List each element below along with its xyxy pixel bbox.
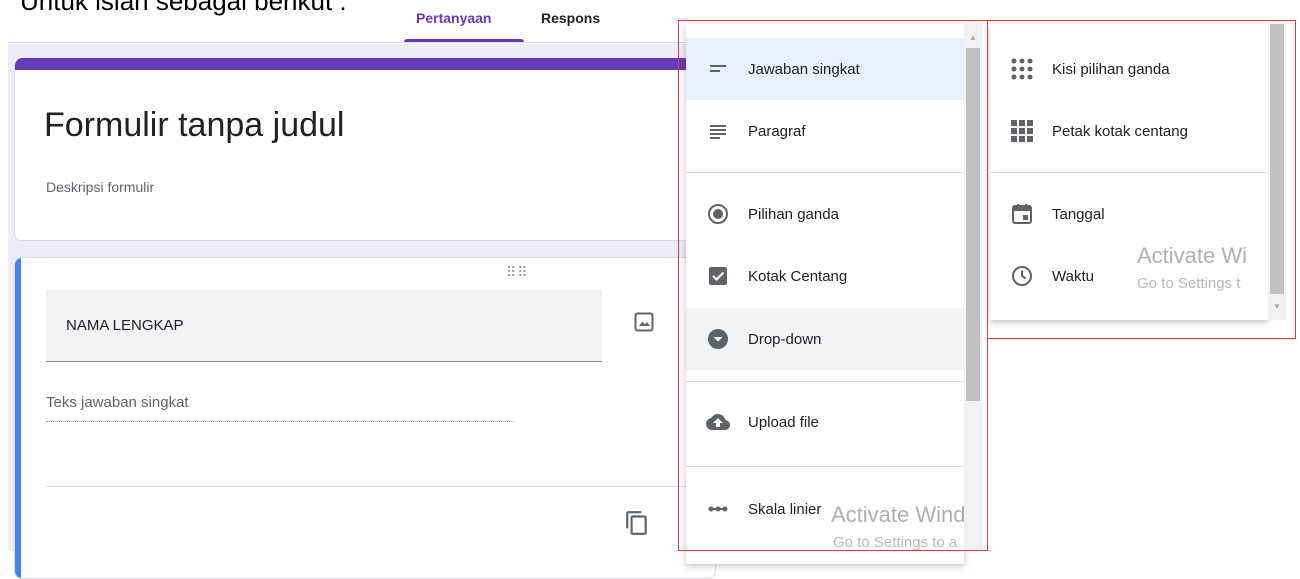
answer-underline	[46, 421, 514, 422]
short-answer-placeholder: Teks jawaban singkat	[46, 394, 189, 411]
title-card-accent-bar	[15, 58, 715, 70]
tab-responses[interactable]: Respons	[541, 10, 600, 26]
form-title[interactable]: Formulir tanpa judul	[44, 106, 344, 145]
duplicate-icon[interactable]	[624, 510, 650, 536]
highlight-box-right	[987, 20, 1296, 339]
form-description[interactable]: Deskripsi formulir	[46, 179, 154, 195]
drag-handle-icon[interactable]: ⠿⠿	[506, 264, 529, 281]
highlight-box-left	[678, 20, 988, 551]
tab-questions[interactable]: Pertanyaan	[416, 10, 491, 26]
tabs-divider	[8, 42, 708, 43]
question-title-value: NAMA LENGKAP	[66, 317, 184, 334]
active-tab-indicator	[404, 39, 524, 42]
question-footer-divider	[46, 486, 714, 487]
caption-text: Untuk isian sebagai berikut :	[20, 0, 347, 16]
form-title-card	[14, 58, 716, 241]
add-image-icon[interactable]	[632, 310, 656, 334]
question-active-bar	[15, 258, 21, 578]
